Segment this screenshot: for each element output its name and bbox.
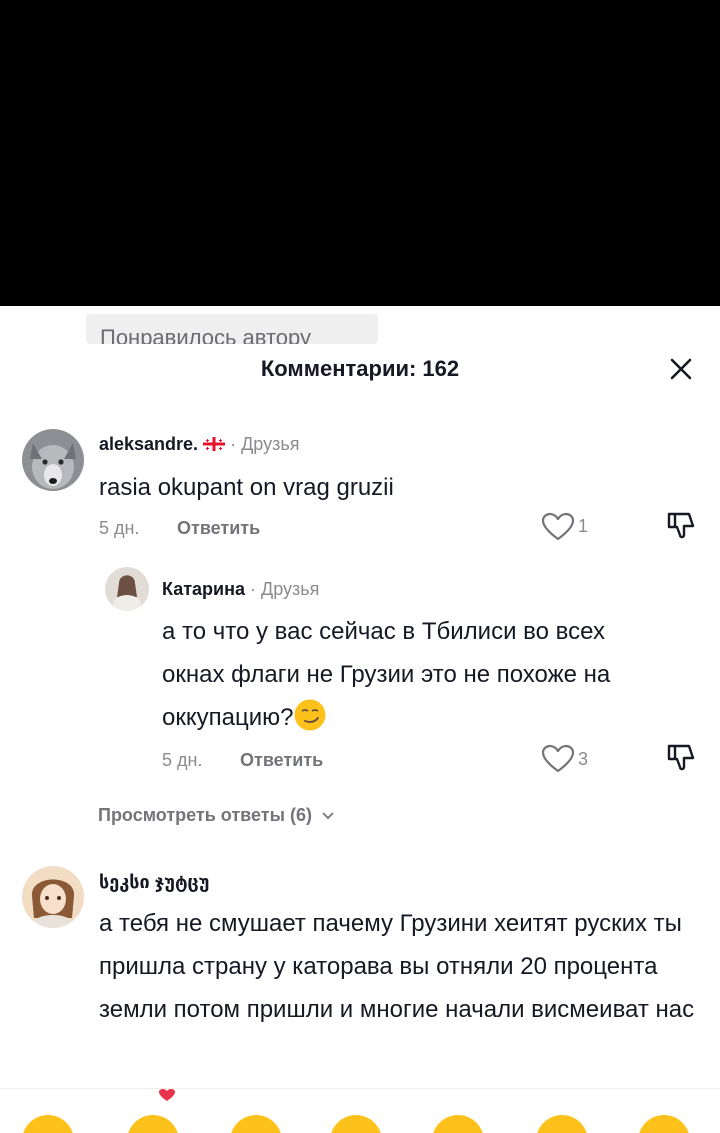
- avatar[interactable]: [22, 866, 84, 928]
- heart-accent-icon: [159, 1089, 175, 1101]
- view-replies-label: Просмотреть ответы (6): [98, 805, 312, 825]
- comment-text: а тебя не смушает пачему Грузини хеитят …: [99, 910, 695, 1023]
- relation-label: Друзья: [261, 579, 320, 599]
- comment-username[interactable]: Катарина: [162, 579, 245, 599]
- avatar[interactable]: [22, 429, 84, 491]
- sweat-smile-emoji-icon[interactable]: [536, 1115, 588, 1133]
- separator-dot: ·: [250, 579, 262, 599]
- comment-username[interactable]: aleksandre.: [99, 434, 198, 454]
- comment-text: rasia okupant on vrag gruzii: [99, 474, 394, 501]
- chevron-down-icon: [322, 812, 334, 820]
- close-button[interactable]: [664, 352, 698, 386]
- reply-button[interactable]: Ответить: [177, 518, 260, 539]
- relieved-emoji-icon[interactable]: [432, 1115, 484, 1133]
- smirk-emoji-icon: [294, 699, 326, 731]
- avatar[interactable]: [105, 567, 149, 611]
- view-replies-button[interactable]: Просмотреть ответы (6): [98, 805, 335, 826]
- comments-title: Комментарии: 162: [260, 356, 460, 381]
- heart-icon[interactable]: [541, 744, 575, 774]
- relation-label: Друзья: [241, 434, 300, 454]
- like-count: 1: [578, 516, 589, 536]
- smiling-with-hearts-emoji-icon[interactable]: [127, 1115, 179, 1133]
- close-icon: [670, 358, 692, 380]
- georgia-flag-icon: [203, 437, 226, 451]
- reply-button[interactable]: Ответить: [240, 750, 323, 771]
- like-count: 3: [578, 749, 589, 769]
- separator-dot: ·: [230, 434, 242, 454]
- emoji-quick-bar: [0, 1088, 720, 1133]
- liked-by-author-chip: Понравилось автору: [86, 314, 378, 344]
- heart-icon[interactable]: [541, 512, 575, 542]
- dislike-icon[interactable]: [665, 742, 697, 774]
- comment-text-body: а то что у вас сейчас в Тбилиси во всех …: [162, 618, 611, 731]
- video-area: [0, 0, 720, 306]
- user-avatar-image: [105, 567, 149, 611]
- anime-avatar-image: [22, 866, 84, 928]
- smiling-emoji-icon[interactable]: [230, 1115, 282, 1133]
- dislike-icon[interactable]: [665, 510, 697, 542]
- comment-text: а то что у вас сейчас в Тбилиси во всех …: [162, 610, 662, 739]
- comment-age: 5 дн.: [99, 518, 140, 538]
- liked-by-author-label: Понравилось автору: [100, 325, 312, 344]
- comment-age: 5 дн.: [162, 750, 203, 770]
- blushing-emoji-icon[interactable]: [330, 1115, 382, 1133]
- comment-username[interactable]: სეკსი ჯუტცუ: [99, 872, 209, 892]
- wolf-avatar-image: [22, 429, 84, 491]
- pensive-emoji-icon[interactable]: [638, 1115, 690, 1133]
- grinning-emoji-icon[interactable]: [22, 1115, 74, 1133]
